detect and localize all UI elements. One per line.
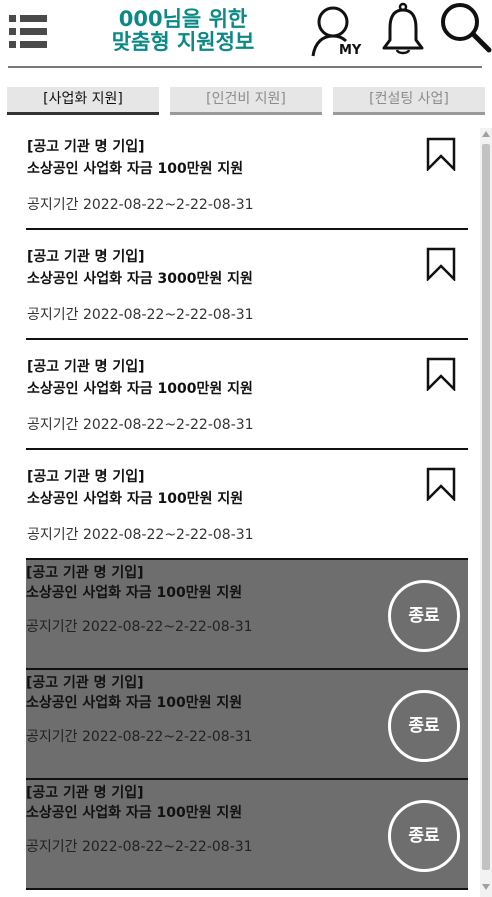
scrollbar-thumb[interactable]: [482, 144, 490, 870]
scroll-up-arrow-icon[interactable]: [482, 130, 490, 138]
listing-title: 소상공인 사업화 자금 100만원 지원: [26, 585, 243, 601]
listing-title: 소상공인 사업화 자금 100만원 지원: [27, 491, 244, 507]
list-item-ended[interactable]: [공고 기관 명 기입] 소상공인 사업화 자금 100만원 지원 공지기간 2…: [26, 560, 468, 670]
app-header: 000님을 위한 맞춤형 지원정보 MY: [0, 0, 492, 66]
search-icon[interactable]: [438, 2, 492, 54]
list-item[interactable]: [공고 기관 명 기입] 소상공인 사업화 자금 100만원 지원 공지기간 2…: [26, 450, 468, 560]
menu-icon[interactable]: [9, 13, 47, 51]
list-item[interactable]: [공고 기관 명 기입] 소상공인 사업화 자금 1000만원 지원 공지기간 …: [26, 340, 468, 450]
listing-period: 공지기간 2022-08-22~2-22-08-31: [27, 197, 254, 213]
listing-title: 소상공인 사업화 자금 1000만원 지원: [27, 381, 253, 397]
listing-period: 공지기간 2022-08-22~2-22-08-31: [27, 307, 254, 323]
ended-badge: 종료: [388, 580, 460, 652]
header-divider: [8, 66, 482, 68]
tab-commercialization-support[interactable]: [사업화 지원]: [7, 87, 159, 115]
listing-organization: [공고 기관 명 기입]: [26, 565, 144, 581]
listing-organization: [공고 기관 명 기입]: [26, 675, 144, 691]
listing-organization: [공고 기관 명 기입]: [27, 359, 145, 375]
support-listing: [공고 기관 명 기입] 소상공인 사업화 자금 100만원 지원 공지기간 2…: [26, 120, 468, 890]
tab-labor-cost-support[interactable]: [인건비 지원]: [170, 87, 322, 115]
listing-title: 소상공인 사업화 자금 100만원 지원: [26, 805, 243, 821]
my-page-icon[interactable]: MY: [309, 2, 369, 58]
bell-icon[interactable]: [380, 2, 426, 56]
bookmark-icon[interactable]: [426, 247, 456, 281]
list-item[interactable]: [공고 기관 명 기입] 소상공인 사업화 자금 100만원 지원 공지기간 2…: [26, 120, 468, 230]
scrollbar[interactable]: [480, 128, 492, 897]
listing-period: 공지기간 2022-08-22~2-22-08-31: [26, 839, 253, 855]
listing-title: 소상공인 사업화 자금 100만원 지원: [27, 161, 244, 177]
list-item-ended[interactable]: [공고 기관 명 기입] 소상공인 사업화 자금 100만원 지원 공지기간 2…: [26, 670, 468, 780]
listing-organization: [공고 기관 명 기입]: [27, 249, 145, 265]
listing-title: 소상공인 사업화 자금 100만원 지원: [26, 695, 243, 711]
bookmark-icon[interactable]: [426, 357, 456, 391]
listing-period: 공지기간 2022-08-22~2-22-08-31: [26, 619, 253, 635]
listing-organization: [공고 기관 명 기입]: [26, 785, 144, 801]
tab-consulting-business[interactable]: [컨설팅 사업]: [333, 87, 485, 115]
ended-badge: 종료: [388, 690, 460, 762]
page-title: 000님을 위한 맞춤형 지원정보: [78, 8, 288, 54]
listing-title: 소상공인 사업화 자금 3000만원 지원: [27, 271, 253, 287]
listing-organization: [공고 기관 명 기입]: [27, 469, 145, 485]
listing-period: 공지기간 2022-08-22~2-22-08-31: [26, 729, 253, 745]
my-label: MY: [339, 43, 362, 58]
bookmark-icon[interactable]: [426, 137, 456, 171]
listing-period: 공지기간 2022-08-22~2-22-08-31: [27, 527, 254, 543]
ended-badge: 종료: [388, 800, 460, 872]
listing-organization: [공고 기관 명 기입]: [27, 139, 145, 155]
title-line-2: 맞춤형 지원정보: [111, 30, 255, 54]
listing-period: 공지기간 2022-08-22~2-22-08-31: [27, 417, 254, 433]
list-item[interactable]: [공고 기관 명 기입] 소상공인 사업화 자금 3000만원 지원 공지기간 …: [26, 230, 468, 340]
bookmark-icon[interactable]: [426, 467, 456, 501]
list-item-ended[interactable]: [공고 기관 명 기입] 소상공인 사업화 자금 100만원 지원 공지기간 2…: [26, 780, 468, 890]
title-line-1: 000님을 위한: [118, 7, 248, 31]
scroll-down-arrow-icon[interactable]: [482, 883, 490, 891]
